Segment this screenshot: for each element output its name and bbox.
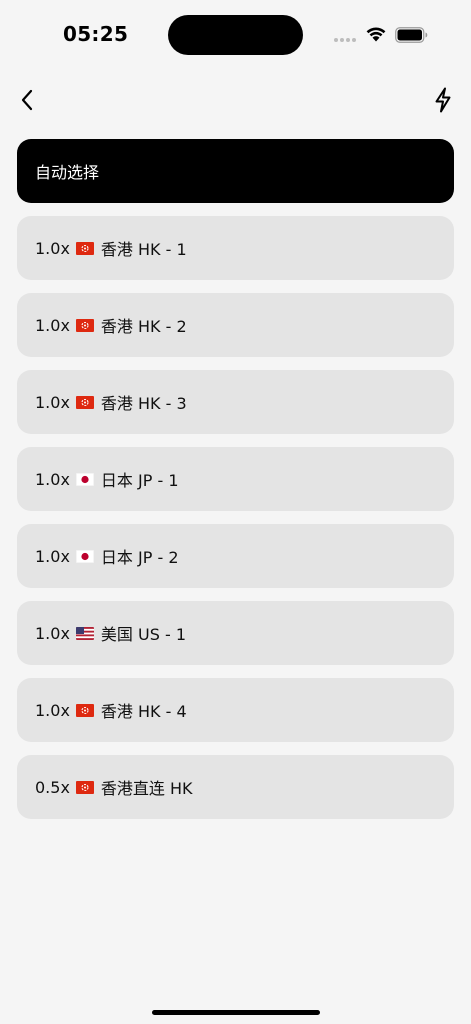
back-button[interactable] (12, 84, 42, 116)
quick-connect-button[interactable] (428, 84, 458, 116)
dynamic-island (168, 15, 303, 55)
chevron-left-icon (21, 89, 33, 111)
server-multiplier: 0.5x (35, 777, 70, 797)
server-name: 香港 HK - 4 (100, 702, 187, 721)
server-item[interactable]: 1.0x 香港 HK - 2 (17, 293, 454, 357)
server-name: 香港 HK - 1 (100, 240, 187, 259)
server-multiplier: 1.0x (35, 623, 70, 643)
usa-flag-icon (75, 626, 94, 640)
server-multiplier: 1.0x (35, 392, 70, 412)
hong-kong-flag-icon (75, 241, 94, 255)
server-multiplier: 1.0x (35, 546, 70, 566)
server-list: 自动选择 1.0x 香港 HK - 1 1.0x 香港 HK - 2 1.0x … (17, 139, 454, 832)
server-item-auto-select[interactable]: 自动选择 (17, 139, 454, 203)
server-multiplier: 1.0x (35, 315, 70, 335)
japan-flag-icon (75, 549, 94, 563)
japan-flag-icon (75, 472, 94, 486)
server-name: 日本 JP - 2 (100, 548, 179, 567)
navigation-bar (0, 84, 471, 116)
server-multiplier: 1.0x (35, 469, 70, 489)
server-multiplier: 1.0x (35, 238, 70, 258)
server-multiplier: 1.0x (35, 700, 70, 720)
server-name: 美国 US - 1 (100, 625, 187, 644)
server-label: 自动选择 (35, 163, 100, 182)
server-item[interactable]: 1.0x 香港 HK - 1 (17, 216, 454, 280)
battery-icon (395, 27, 428, 43)
home-indicator[interactable] (152, 1010, 320, 1015)
server-item[interactable]: 0.5x 香港直连 HK (17, 755, 454, 819)
hong-kong-flag-icon (75, 703, 94, 717)
status-bar: 05:25 (0, 0, 471, 70)
wifi-icon (366, 27, 386, 42)
server-item[interactable]: 1.0x 日本 JP - 2 (17, 524, 454, 588)
server-name: 香港直连 HK (100, 779, 193, 798)
status-time: 05:25 (63, 22, 129, 46)
server-item[interactable]: 1.0x 美国 US - 1 (17, 601, 454, 665)
server-item[interactable]: 1.0x 香港 HK - 3 (17, 370, 454, 434)
cellular-signal-icon (334, 38, 356, 42)
server-item[interactable]: 1.0x 日本 JP - 1 (17, 447, 454, 511)
server-name: 香港 HK - 3 (100, 394, 187, 413)
server-name: 香港 HK - 2 (100, 317, 187, 336)
hong-kong-flag-icon (75, 395, 94, 409)
hong-kong-flag-icon (75, 780, 94, 794)
lightning-bolt-icon (435, 87, 451, 113)
hong-kong-flag-icon (75, 318, 94, 332)
server-name: 日本 JP - 1 (100, 471, 179, 490)
server-item[interactable]: 1.0x 香港 HK - 4 (17, 678, 454, 742)
